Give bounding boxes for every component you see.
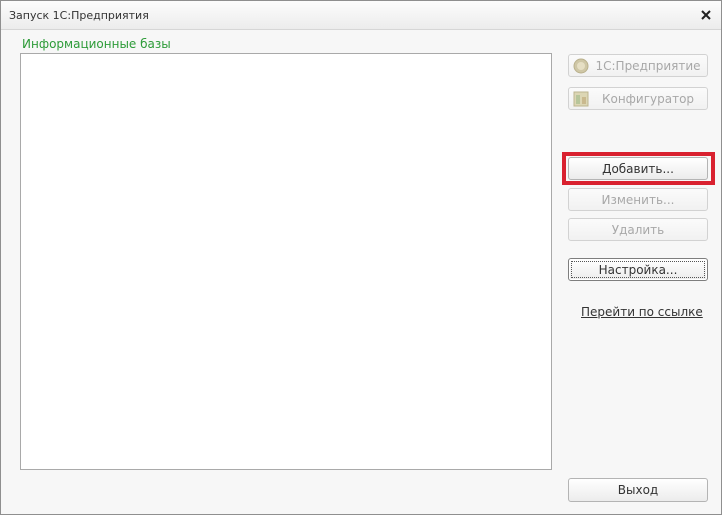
enterprise-button-label: 1С:Предприятие bbox=[595, 58, 701, 73]
infobases-list[interactable] bbox=[20, 53, 552, 470]
infobases-label: Информационные базы bbox=[22, 37, 171, 51]
focus-ring bbox=[571, 261, 705, 278]
launcher-window: Запуск 1С:Предприятия Информационные баз… bbox=[0, 0, 722, 515]
close-button[interactable] bbox=[695, 4, 717, 26]
add-button-label: Добавить... bbox=[602, 161, 674, 176]
configurator-button-label: Конфигуратор bbox=[601, 91, 695, 106]
window-title: Запуск 1С:Предприятия bbox=[9, 9, 149, 22]
enterprise-icon bbox=[573, 58, 589, 74]
close-icon bbox=[701, 10, 711, 20]
title-bar: Запуск 1С:Предприятия bbox=[1, 1, 721, 30]
exit-button-label: Выход bbox=[617, 483, 659, 497]
settings-button[interactable]: Настройка... bbox=[568, 258, 708, 281]
enterprise-button[interactable]: 1С:Предприятие bbox=[568, 54, 708, 77]
edit-button-label: Изменить... bbox=[601, 192, 675, 207]
delete-button[interactable]: Удалить bbox=[568, 218, 708, 241]
edit-button[interactable]: Изменить... bbox=[568, 188, 708, 211]
configurator-icon bbox=[573, 91, 589, 107]
configurator-button[interactable]: Конфигуратор bbox=[568, 87, 708, 110]
open-link[interactable]: Перейти по ссылке bbox=[581, 305, 703, 319]
exit-button[interactable]: Выход bbox=[568, 478, 708, 502]
add-button[interactable]: Добавить... bbox=[568, 157, 708, 180]
delete-button-label: Удалить bbox=[611, 222, 665, 237]
